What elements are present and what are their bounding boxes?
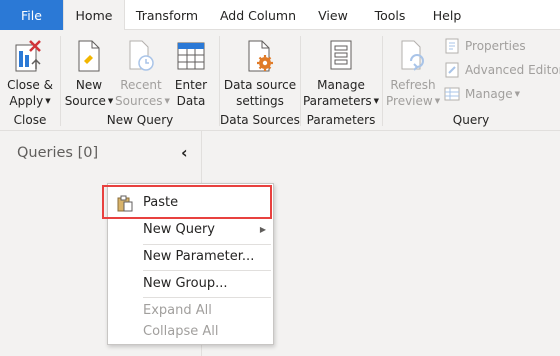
refresh-icon bbox=[398, 37, 428, 77]
home-ribbon: Close & Apply ▼ Close New Source ▼ Recent Sou… bbox=[0, 30, 560, 131]
new-source-label-1: New bbox=[75, 78, 103, 92]
tab-file[interactable]: File bbox=[0, 0, 63, 30]
new-source-icon bbox=[76, 37, 102, 77]
group-label-data-sources: Data Sources bbox=[220, 113, 300, 127]
settings-gear-icon bbox=[245, 37, 275, 77]
tab-home[interactable]: Home bbox=[63, 0, 125, 31]
menu-item-label: New Parameter... bbox=[143, 249, 255, 264]
collapse-pane-icon[interactable]: ‹ bbox=[181, 143, 188, 162]
group-divider bbox=[60, 36, 61, 126]
data-source-settings-button[interactable]: Data source settings bbox=[222, 36, 298, 112]
group-label-query: Query bbox=[452, 113, 490, 127]
chevron-down-icon: ▼ bbox=[434, 97, 441, 105]
tab-transform[interactable]: Transform bbox=[127, 0, 207, 30]
recent-sources-label-2: Sources bbox=[115, 94, 163, 108]
parameters-icon bbox=[327, 37, 355, 77]
data-source-settings-label-1: Data source bbox=[223, 78, 297, 92]
menu-item-new-group[interactable]: New Group... bbox=[108, 271, 273, 297]
new-source-button[interactable]: New Source ▼ bbox=[63, 36, 115, 112]
advanced-editor-icon bbox=[444, 62, 460, 84]
manage-button[interactable]: Manage ▼ bbox=[444, 84, 524, 104]
tab-help[interactable]: Help bbox=[422, 0, 472, 30]
advanced-editor-button[interactable]: Advanced Editor bbox=[444, 60, 560, 80]
recent-sources-button[interactable]: Recent Sources ▼ bbox=[115, 36, 170, 112]
tab-add-column[interactable]: Add Column bbox=[212, 0, 304, 30]
manage-parameters-label-1: Manage bbox=[317, 78, 365, 92]
chevron-down-icon: ▼ bbox=[107, 97, 114, 105]
enter-data-label-1: Enter bbox=[174, 78, 208, 92]
tab-view[interactable]: View bbox=[308, 0, 358, 30]
paste-highlight-box bbox=[102, 185, 272, 219]
close-apply-icon bbox=[14, 37, 46, 77]
enter-data-button[interactable]: Enter Data bbox=[167, 36, 215, 112]
group-label-parameters: Parameters bbox=[306, 113, 376, 127]
tab-tools[interactable]: Tools bbox=[362, 0, 418, 30]
refresh-preview-label-1: Refresh bbox=[390, 78, 436, 92]
refresh-preview-label-2: Preview bbox=[386, 94, 433, 108]
chevron-down-icon: ▼ bbox=[373, 97, 380, 105]
new-source-label-2: Source bbox=[64, 94, 106, 108]
close-apply-label-2: Apply bbox=[9, 94, 44, 108]
submenu-arrow-icon: ▶ bbox=[259, 225, 266, 234]
menu-item-label: New Query bbox=[143, 222, 215, 237]
manage-parameters-label-2: Parameters bbox=[302, 94, 372, 108]
menu-item-new-parameter[interactable]: New Parameter... bbox=[108, 244, 273, 270]
manage-icon bbox=[444, 86, 460, 108]
chevron-down-icon: ▼ bbox=[514, 90, 521, 98]
enter-data-label-2: Data bbox=[176, 94, 206, 108]
properties-icon bbox=[444, 38, 460, 60]
manage-label: Manage bbox=[465, 87, 513, 101]
recent-sources-icon bbox=[127, 37, 155, 77]
menu-item-collapse-all[interactable]: Collapse All bbox=[108, 319, 273, 345]
manage-parameters-button[interactable]: Manage Parameters ▼ bbox=[302, 36, 380, 112]
group-label-close: Close bbox=[13, 113, 47, 127]
menu-item-label: Collapse All bbox=[143, 324, 219, 339]
advanced-editor-label: Advanced Editor bbox=[465, 63, 560, 77]
table-icon bbox=[176, 37, 206, 77]
group-divider bbox=[382, 36, 383, 126]
menu-item-label: New Group... bbox=[143, 276, 228, 291]
refresh-preview-button[interactable]: Refresh Preview ▼ bbox=[386, 36, 440, 112]
close-apply-button[interactable]: Close & Apply ▼ bbox=[2, 36, 58, 112]
recent-sources-label-1: Recent bbox=[120, 78, 162, 92]
chevron-down-icon: ▼ bbox=[45, 97, 51, 105]
queries-pane-title: Queries [0] bbox=[17, 145, 99, 161]
data-source-settings-label-2: settings bbox=[236, 94, 284, 108]
properties-label: Properties bbox=[465, 39, 526, 53]
group-label-new-query: New Query bbox=[106, 113, 174, 127]
menu-item-new-query[interactable]: New Query ▶ bbox=[108, 217, 273, 243]
close-apply-label-1: Close & bbox=[7, 78, 53, 92]
properties-button[interactable]: Properties bbox=[444, 36, 556, 56]
ribbon-tab-bar: File Home Transform Add Column View Tool… bbox=[0, 0, 560, 31]
